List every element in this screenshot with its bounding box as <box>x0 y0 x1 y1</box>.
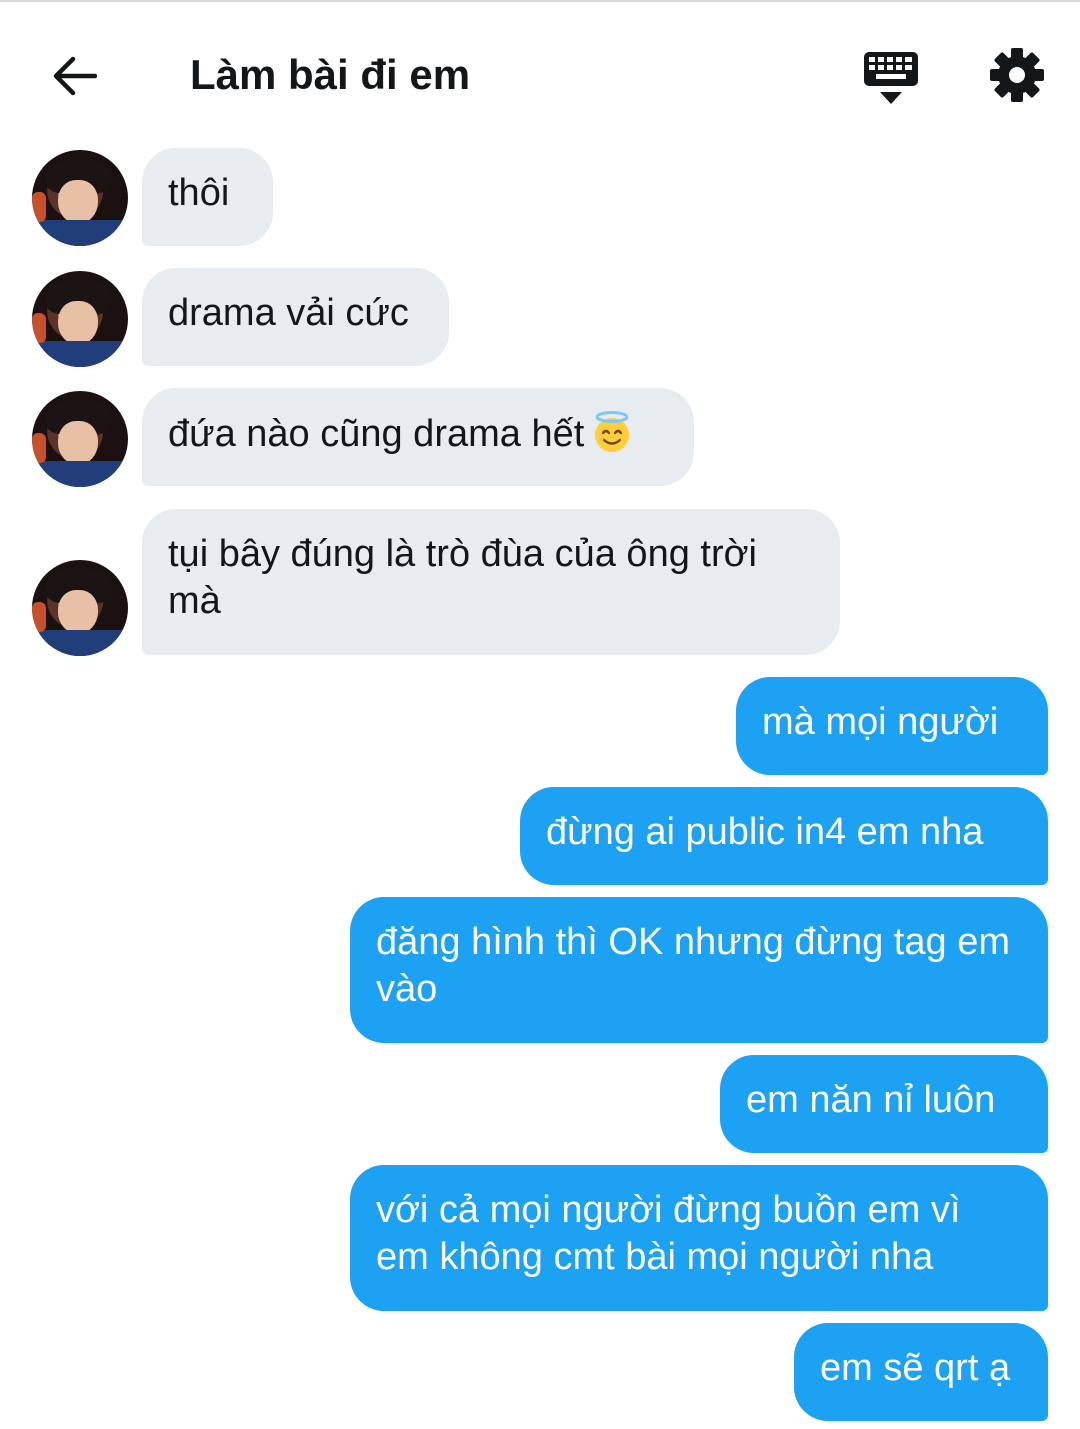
keyboard-icon <box>864 52 918 104</box>
arrow-left-icon <box>53 56 97 96</box>
conversation-title: Làm bài đi em <box>190 51 471 98</box>
message-text: đăng hình thì OK nhưng đừng tag em vào <box>376 921 1010 1010</box>
message-text: thôi <box>168 172 230 214</box>
message-text: drama vải cức <box>168 292 409 334</box>
conversation-header: Làm bài đi em <box>0 2 1080 142</box>
message-bubble-outgoing[interactable]: đừng ai public in4 em nha <box>520 787 1048 885</box>
gear-icon <box>990 48 1044 102</box>
message-text: em sẽ qrt ạ <box>820 1347 1011 1389</box>
message-bubble-outgoing[interactable]: đăng hình thì OK nhưng đừng tag em vào <box>350 897 1048 1043</box>
message-bubble-outgoing[interactable]: mà mọi người <box>736 677 1048 775</box>
message-text: đứa nào cũng drama hết <box>168 413 585 455</box>
back-button[interactable] <box>44 46 104 106</box>
sender-avatar[interactable] <box>32 150 128 246</box>
sender-avatar[interactable] <box>32 271 128 367</box>
message-text: với cả mọi người đừng buồn em vì em khôn… <box>376 1189 961 1278</box>
keyboard-button[interactable] <box>858 46 924 112</box>
message-bubble-incoming[interactable]: đứa nào cũng drama hết <box>142 388 694 486</box>
message-bubble-outgoing[interactable]: với cả mọi người đừng buồn em vì em khôn… <box>350 1165 1048 1311</box>
settings-button[interactable] <box>986 44 1048 106</box>
sender-avatar[interactable] <box>32 391 128 487</box>
message-text: tụi bây đúng là trò đùa của ông trời mà <box>168 533 757 622</box>
sender-avatar[interactable] <box>32 560 128 656</box>
message-bubble-outgoing[interactable]: em sẽ qrt ạ <box>794 1323 1048 1421</box>
message-text: đừng ai public in4 em nha <box>546 811 984 853</box>
message-bubble-outgoing[interactable]: em năn nỉ luôn <box>720 1055 1048 1153</box>
message-text: em năn nỉ luôn <box>746 1079 996 1121</box>
message-bubble-incoming[interactable]: thôi <box>142 148 273 246</box>
message-bubble-incoming[interactable]: tụi bây đúng là trò đùa của ông trời mà <box>142 509 840 655</box>
message-bubble-incoming[interactable]: drama vải cức <box>142 268 449 366</box>
dm-conversation-screen: Làm bài đi em thôi drama vải cức đứa nào… <box>0 0 1080 1429</box>
smiling-face-with-halo-emoji <box>595 411 630 452</box>
message-text: mà mọi người <box>762 701 999 743</box>
